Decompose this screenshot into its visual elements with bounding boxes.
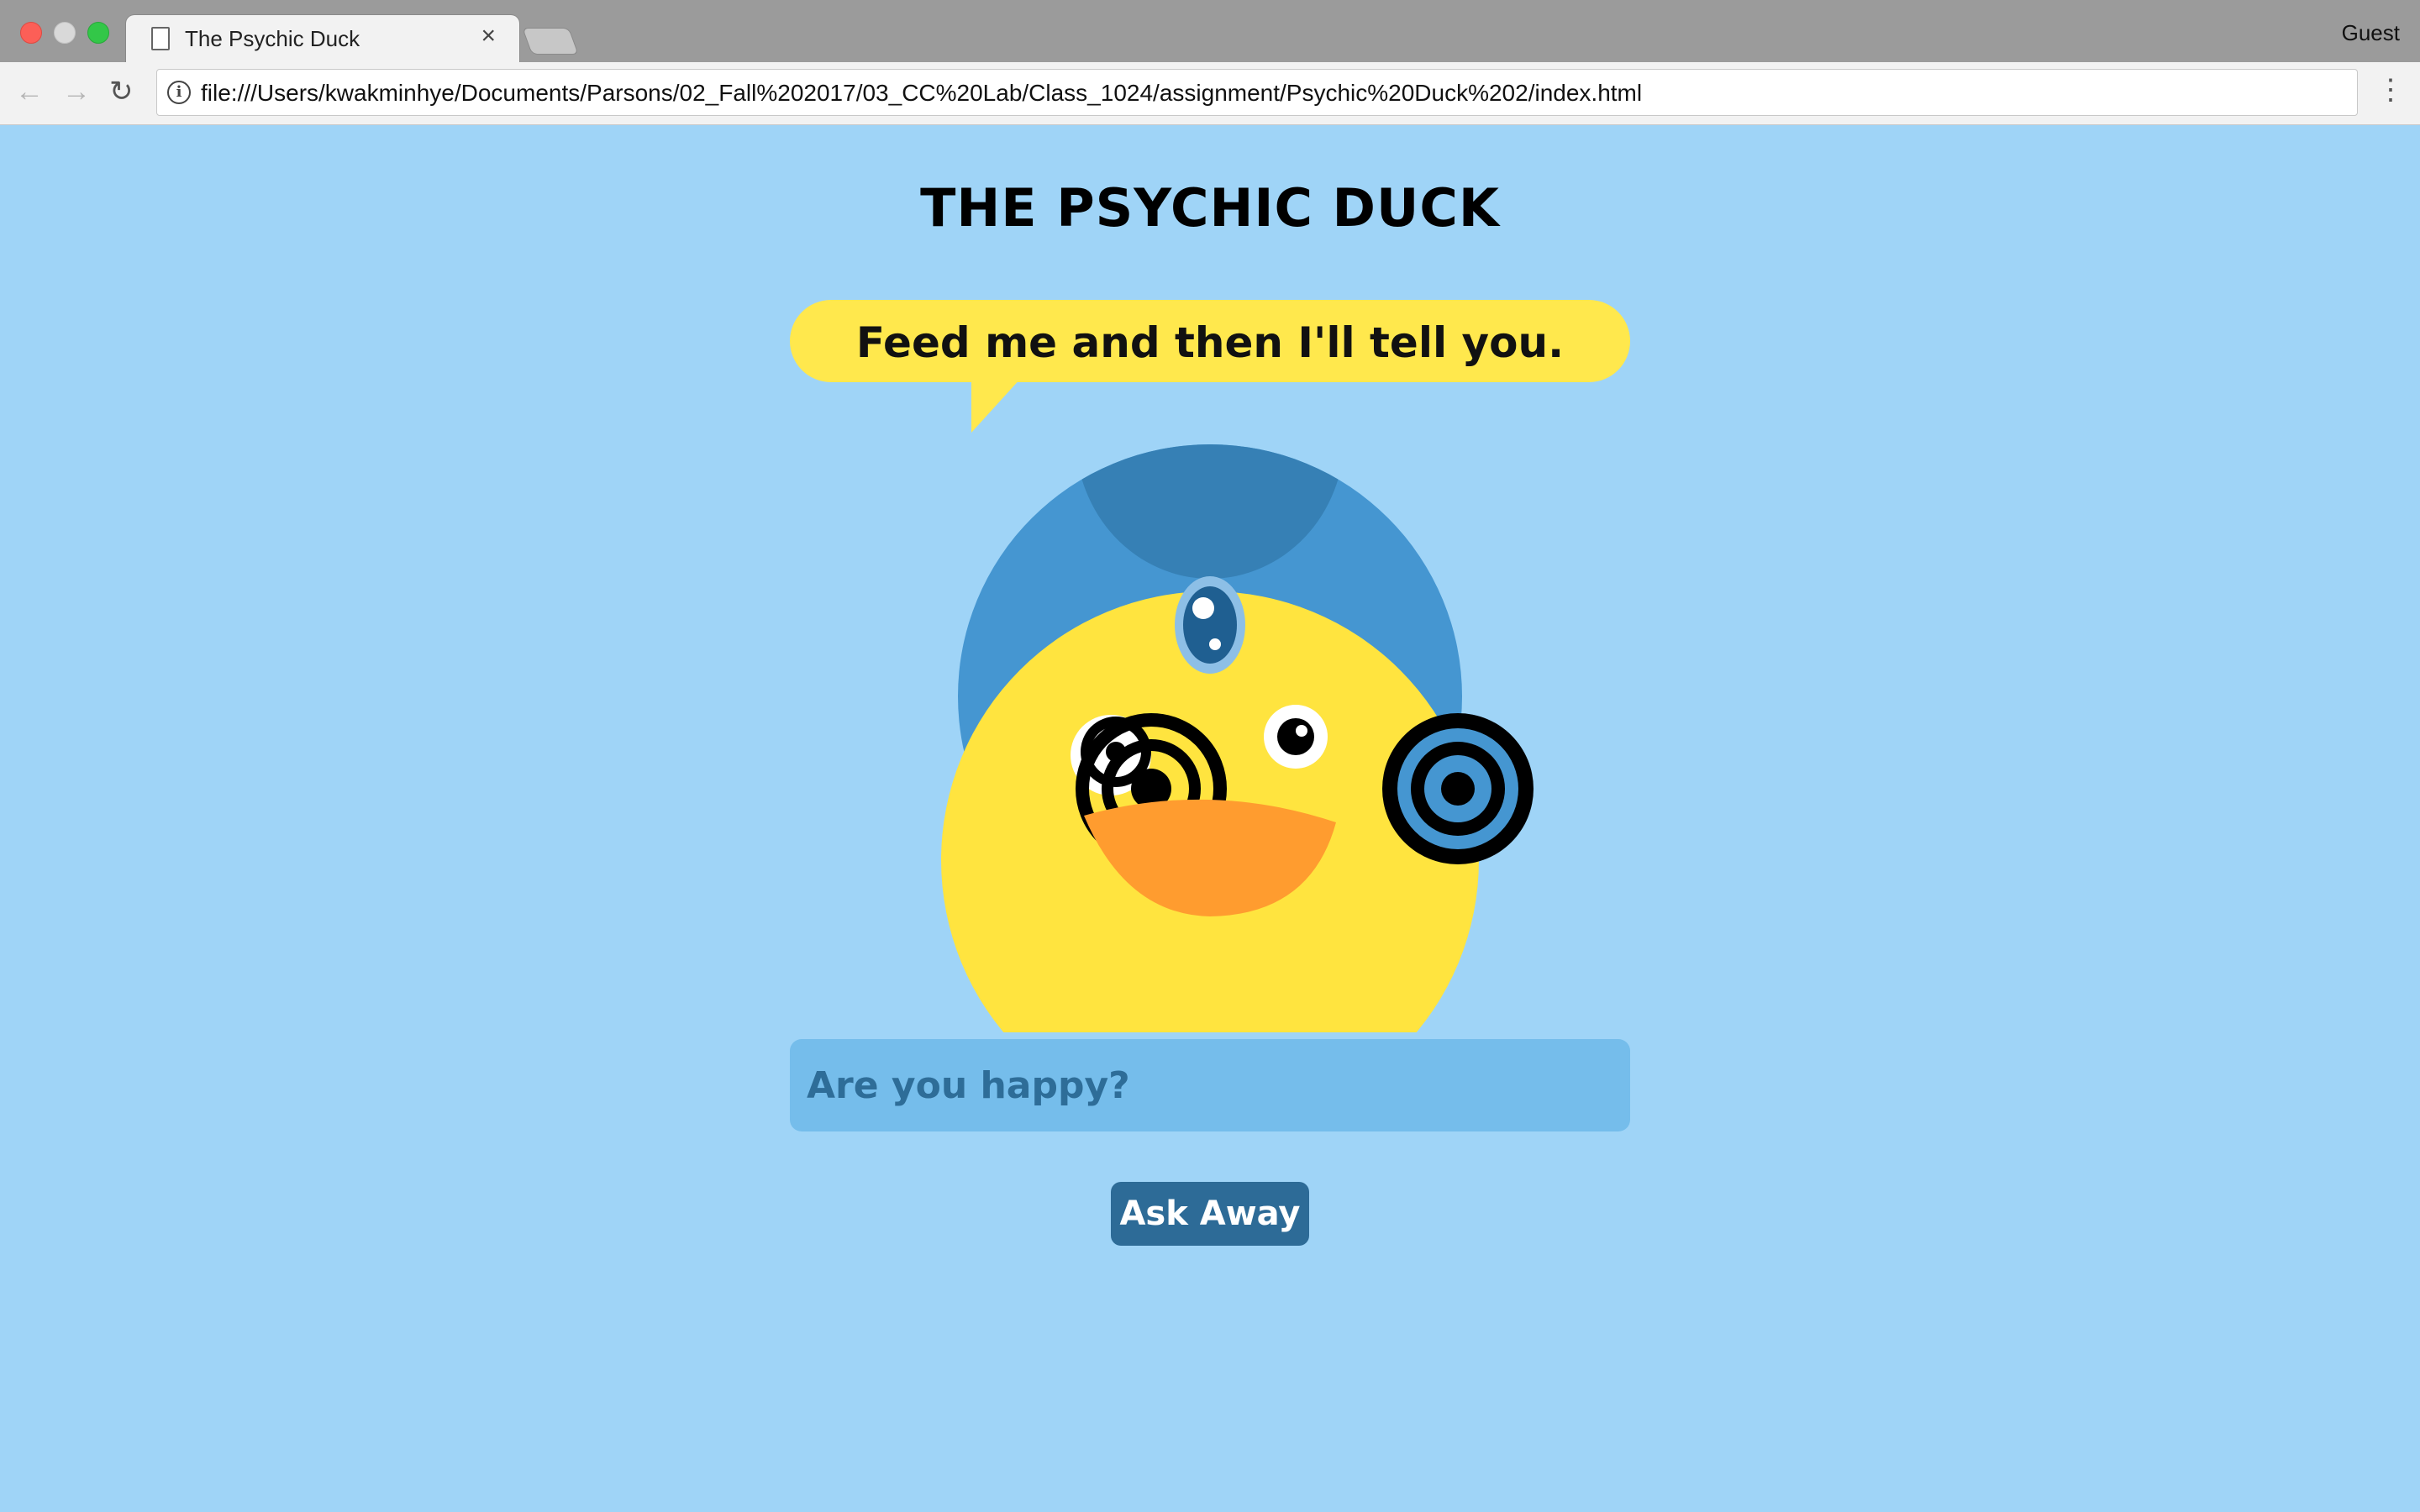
info-icon[interactable]: i (167, 81, 191, 104)
tab-title: The Psychic Duck (185, 26, 360, 51)
close-window-button[interactable] (20, 22, 42, 44)
jewel-highlight (1192, 597, 1214, 619)
ask-away-button[interactable]: Ask Away (1111, 1182, 1309, 1246)
url-text[interactable]: file:///Users/kwakminhye/Documents/Parso… (201, 80, 1642, 107)
question-input[interactable] (790, 1039, 1630, 1131)
browser-menu-icon[interactable]: ⋮ (2376, 76, 2405, 104)
tab-close-icon[interactable]: × (481, 24, 496, 49)
back-arrow-icon[interactable]: ← (15, 77, 44, 106)
minimize-window-button[interactable] (54, 22, 76, 44)
browser-tab[interactable]: The Psychic Duck × (126, 15, 519, 62)
psychic-duck-illustration[interactable] (924, 444, 1546, 1032)
browser-toolbar: ← → ↻ i file:///Users/kwakminhye/Documen… (0, 62, 2420, 125)
forward-arrow-icon[interactable]: → (62, 77, 91, 106)
profile-button[interactable]: Guest (2342, 20, 2400, 46)
address-bar[interactable]: i file:///Users/kwakminhye/Documents/Par… (156, 69, 2358, 116)
maximize-window-button[interactable] (87, 22, 109, 44)
right-pupil (1277, 718, 1314, 755)
right-spiral-center (1441, 772, 1475, 806)
reload-icon[interactable]: ↻ (109, 77, 134, 106)
right-pupil-highlight (1296, 725, 1307, 737)
page-title: THE PSYCHIC DUCK (920, 177, 1500, 239)
left-eye-swirl-center (1106, 742, 1126, 762)
new-tab-button[interactable] (523, 29, 578, 54)
jewel-center (1183, 586, 1237, 664)
document-icon (151, 27, 170, 50)
page-content: THE PSYCHIC DUCK Feed me and then I'll t… (0, 125, 2420, 1512)
speech-bubble-text: Feed me and then I'll tell you. (855, 318, 1565, 367)
jewel-sparkle (1209, 638, 1221, 650)
speech-bubble: Feed me and then I'll tell you. (790, 300, 1630, 382)
browser-tab-bar: The Psychic Duck × Guest (0, 0, 2420, 62)
speech-bubble-tail (971, 377, 1022, 433)
